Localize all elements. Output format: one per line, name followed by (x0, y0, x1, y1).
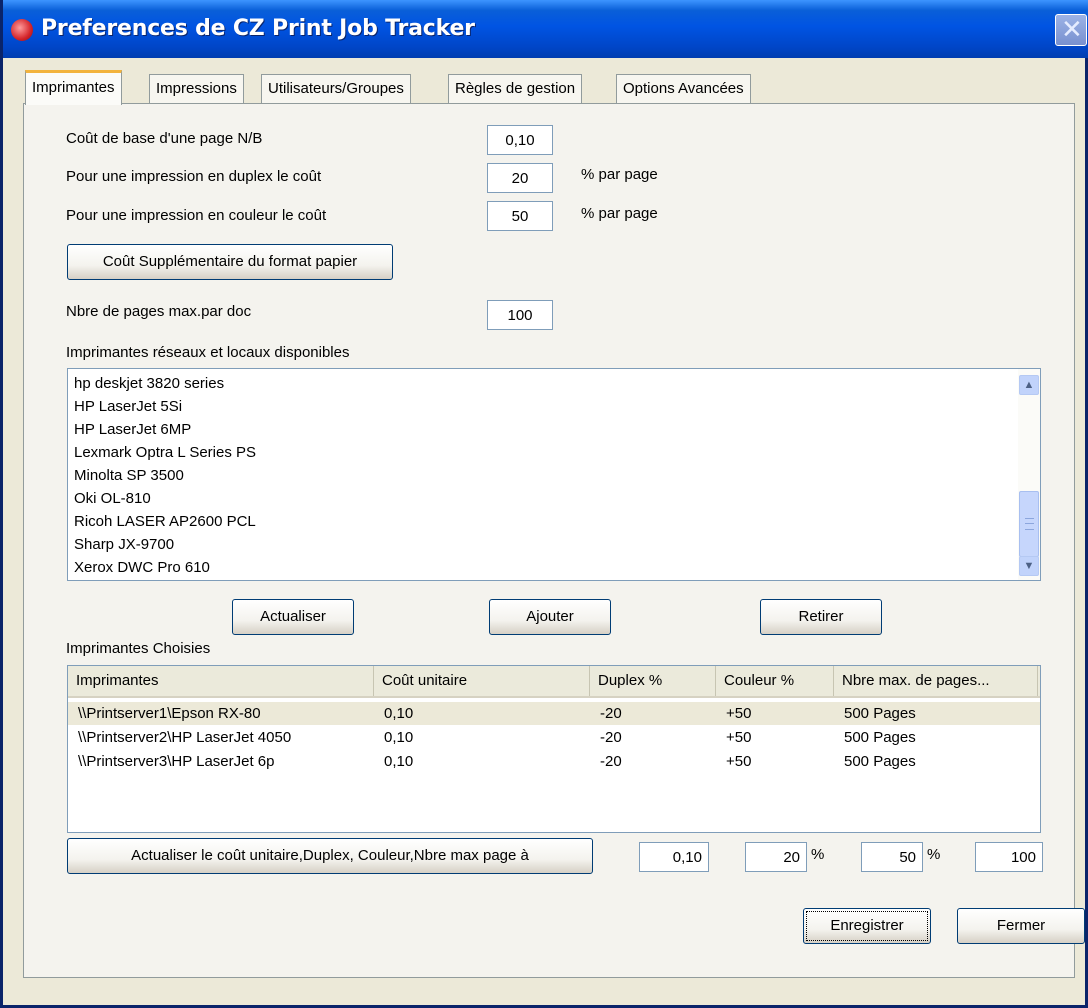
duplex-percent: -20 (600, 729, 622, 746)
chosen-printers-table[interactable]: Imprimantes Coût unitaire Duplex % Coule… (67, 665, 1041, 833)
scroll-thumb[interactable] (1019, 491, 1039, 557)
app-icon (11, 19, 33, 41)
tab-impressions[interactable]: Impressions (149, 74, 244, 104)
update-cost-button[interactable]: Actualiser le coût unitaire,Duplex, Coul… (67, 838, 593, 874)
available-printers-label: Imprimantes réseaux et locaux disponible… (66, 344, 350, 361)
close-icon: ✕ (1061, 15, 1083, 45)
duplex-input[interactable]: 20 (487, 163, 553, 193)
column-header-duplex[interactable]: Duplex % (590, 666, 716, 696)
close-window-button[interactable]: ✕ (1055, 14, 1087, 46)
printer-name: \\Printserver1\Epson RX-80 (78, 705, 261, 722)
color-unit: % par page (581, 205, 658, 222)
duplex-percent-sign: % (811, 846, 825, 863)
window-title: Preferences de CZ Print Job Tracker (41, 16, 475, 41)
printer-name: \\Printserver2\HP LaserJet 4050 (78, 729, 292, 746)
duplex-label: Pour une impression en duplex le coût (66, 168, 322, 185)
update-cost-input[interactable]: 0,10 (639, 842, 709, 872)
grip-icon (1025, 518, 1034, 530)
table-row[interactable]: \\Printserver1\Epson RX-80 0,10 -20 +50 … (68, 702, 1040, 725)
color-percent-sign: % (927, 846, 941, 863)
max-pages-input[interactable]: 100 (487, 300, 553, 330)
column-header-max-pages[interactable]: Nbre max. de pages... (834, 666, 1038, 696)
paper-format-cost-button[interactable]: Coût Supplémentaire du format papier (67, 244, 393, 280)
table-row[interactable]: \\Printserver2\HP LaserJet 4050 0,10 -20… (68, 726, 1040, 749)
printer-name: \\Printserver3\HP LaserJet 6p (78, 753, 275, 770)
list-item[interactable]: Sharp JX-9700 (74, 533, 174, 556)
unit-cost: 0,10 (384, 753, 414, 770)
duplex-percent: -20 (600, 705, 622, 722)
scroll-up-button[interactable]: ▲ (1019, 375, 1039, 395)
scroll-down-button[interactable]: ▼ (1019, 556, 1039, 576)
color-input[interactable]: 50 (487, 201, 553, 231)
add-button[interactable]: Ajouter (489, 599, 611, 635)
preferences-window: Preferences de CZ Print Job Tracker ✕ Im… (0, 0, 1088, 1008)
list-item[interactable]: HP LaserJet 5Si (74, 395, 182, 418)
table-header: Imprimantes Coût unitaire Duplex % Coule… (68, 666, 1040, 698)
available-printers-list[interactable]: hp deskjet 3820 series HP LaserJet 5Si H… (67, 368, 1041, 581)
duplex-percent: -20 (600, 753, 622, 770)
save-button[interactable]: Enregistrer (803, 908, 931, 944)
chevron-down-icon: ▼ (1023, 560, 1035, 572)
update-duplex-input[interactable]: 20 (745, 842, 807, 872)
list-item[interactable]: Oki OL-810 (74, 487, 151, 510)
color-percent: +50 (726, 729, 752, 746)
tab-options-avancees[interactable]: Options Avancées (616, 74, 751, 104)
chosen-printers-label: Imprimantes Choisies (66, 640, 211, 657)
base-cost-label: Coût de base d'une page N/B (66, 130, 263, 147)
tab-imprimantes[interactable]: Imprimantes (25, 70, 122, 105)
tab-regles-de-gestion[interactable]: Règles de gestion (448, 74, 583, 104)
list-item[interactable]: Minolta SP 3500 (74, 464, 184, 487)
max-pages-label: Nbre de pages max.par doc (66, 303, 252, 320)
close-button[interactable]: Fermer (957, 908, 1085, 944)
color-percent: +50 (726, 753, 752, 770)
unit-cost: 0,10 (384, 705, 414, 722)
color-label: Pour une impression en couleur le coût (66, 207, 327, 224)
list-item[interactable]: hp deskjet 3820 series (74, 372, 224, 395)
table-row[interactable]: \\Printserver3\HP LaserJet 6p 0,10 -20 +… (68, 750, 1040, 773)
list-scrollbar[interactable]: ▲ ▼ (1018, 369, 1040, 580)
max-pages: 500 Pages (844, 705, 916, 722)
remove-button[interactable]: Retirer (760, 599, 882, 635)
update-max-pages-input[interactable]: 100 (975, 842, 1043, 872)
column-header-printers[interactable]: Imprimantes (68, 666, 374, 696)
duplex-unit: % par page (581, 166, 658, 183)
color-percent: +50 (726, 705, 752, 722)
chevron-up-icon: ▲ (1023, 379, 1035, 391)
base-cost-input[interactable]: 0,10 (487, 125, 553, 155)
max-pages: 500 Pages (844, 753, 916, 770)
refresh-button[interactable]: Actualiser (232, 599, 354, 635)
list-item[interactable]: HP LaserJet 6MP (74, 418, 191, 441)
max-pages: 500 Pages (844, 729, 916, 746)
title-bar[interactable]: Preferences de CZ Print Job Tracker ✕ (3, 0, 1088, 58)
list-item[interactable]: Lexmark Optra L Series PS (74, 441, 256, 464)
list-item[interactable]: Ricoh LASER AP2600 PCL (74, 510, 256, 533)
list-item[interactable]: Xerox DWC Pro 610 (74, 556, 210, 579)
unit-cost: 0,10 (384, 729, 414, 746)
column-header-unit-cost[interactable]: Coût unitaire (374, 666, 590, 696)
tab-utilisateurs-groupes[interactable]: Utilisateurs/Groupes (261, 74, 411, 104)
update-color-input[interactable]: 50 (861, 842, 923, 872)
column-header-color[interactable]: Couleur % (716, 666, 834, 696)
